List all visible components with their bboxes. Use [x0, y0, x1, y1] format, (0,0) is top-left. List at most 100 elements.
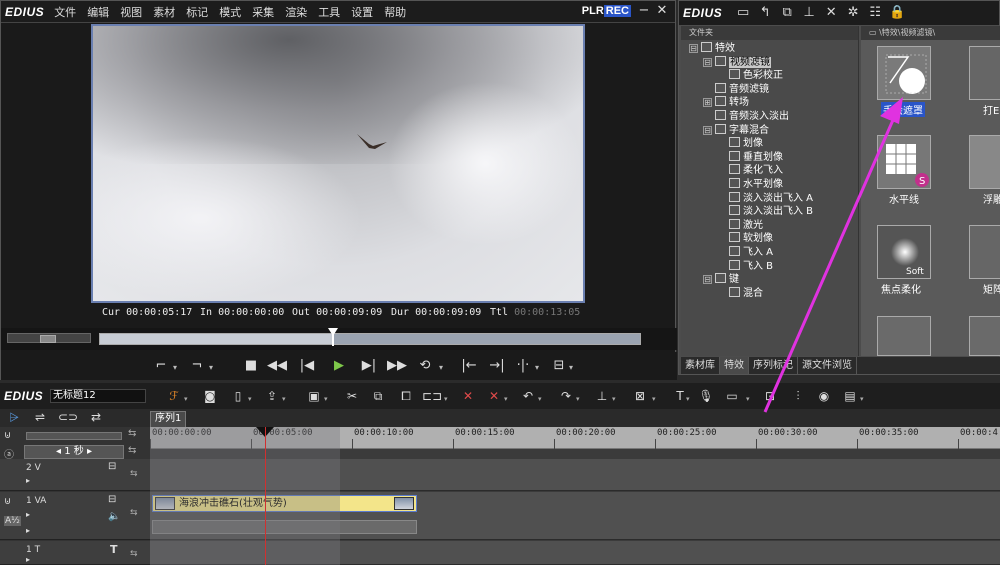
effect-thumb-hand-mask[interactable] — [877, 46, 931, 100]
cut-icon[interactable]: ✂ — [342, 387, 362, 405]
microphone-icon[interactable]: 🎙 — [696, 387, 716, 405]
minimize-icon[interactable]: − — [637, 3, 651, 19]
tab-bin[interactable]: 素材库 — [681, 357, 720, 374]
menu-capture[interactable]: 采集 — [252, 4, 274, 20]
effect-label-4[interactable]: 浮雕 — [983, 191, 1000, 206]
zoom-slider[interactable] — [26, 432, 122, 440]
close-icon[interactable]: ✕ — [655, 3, 669, 19]
menu-clip[interactable]: 素材 — [153, 4, 175, 20]
sequence-tab[interactable]: 序列1 — [150, 411, 187, 427]
mode-icon[interactable]: ℱ — [164, 387, 184, 405]
menu-help[interactable]: 帮助 — [384, 4, 406, 20]
tree-item[interactable]: 垂直划像 — [717, 150, 783, 164]
tree-item[interactable]: ⊟ 字幕混合 — [703, 123, 769, 137]
tree-expander-icon[interactable]: ⊟ — [703, 57, 712, 67]
menu-settings[interactable]: 设置 — [351, 4, 373, 20]
paste-icon[interactable]: ⧠ — [396, 387, 416, 405]
zoom-icon[interactable]: ⇆ — [128, 428, 136, 439]
tab-source-browser[interactable]: 源文件浏览 — [798, 357, 857, 374]
time-scale-select[interactable]: ◂ 1 秒 ▸ — [24, 445, 124, 459]
menu-edit[interactable]: 编辑 — [87, 4, 109, 20]
new-sequence-icon[interactable]: ▯ — [228, 387, 248, 405]
track-collapse-icon[interactable]: ⊍ — [4, 496, 11, 507]
menu-view[interactable]: 视图 — [120, 4, 142, 20]
speaker-icon[interactable]: 🔈 — [108, 511, 120, 522]
track-1t[interactable] — [150, 541, 1000, 565]
track-monitor-icon-1va[interactable]: ⊟ — [108, 494, 116, 505]
track-sync-icon-1va[interactable]: ⇆ — [130, 508, 138, 518]
add-cut-icon[interactable]: ⊥ — [592, 387, 612, 405]
copy-icon-tl[interactable]: ⧉ — [368, 387, 388, 405]
tree-item[interactable]: 激光 — [717, 218, 763, 232]
replace-icon[interactable]: ⊏⊐ — [422, 387, 442, 405]
properties-icon[interactable]: ✲ — [842, 3, 864, 23]
playhead[interactable] — [265, 427, 266, 565]
export-icon-tl[interactable]: ⊡ — [760, 387, 780, 405]
effect-thumb-2[interactable] — [969, 46, 1000, 100]
effect-label-6[interactable]: 矩阵 — [983, 281, 1000, 296]
effect-thumb-7[interactable] — [877, 316, 931, 356]
sync-icon[interactable]: ⇌ — [30, 409, 50, 425]
menu-render[interactable]: 渲染 — [285, 4, 307, 20]
shuttle-slider[interactable] — [7, 333, 91, 343]
plr-label[interactable]: PLR — [582, 5, 604, 17]
tree-item[interactable]: ⊟ 视频滤镜 — [703, 55, 771, 69]
menu-tools[interactable]: 工具 — [318, 4, 340, 20]
track-sync-icon[interactable]: ⇆ — [130, 469, 138, 479]
tree-item[interactable]: 色彩校正 — [717, 69, 783, 82]
copy-icon[interactable]: ⧉ — [776, 3, 798, 23]
tree-expander-icon[interactable]: ⊞ — [703, 98, 712, 108]
effect-thumb-horizontal-line[interactable]: S — [877, 135, 931, 189]
transition-icon[interactable]: ⊠ — [630, 387, 650, 405]
set-in-icon[interactable]: ⌐ — [149, 356, 173, 376]
tab-effects[interactable]: 特效 — [720, 357, 749, 374]
step-back-icon[interactable]: |◀ — [295, 356, 319, 376]
delete-icon[interactable]: ✕ — [820, 3, 842, 23]
effect-thumb-6[interactable] — [969, 225, 1000, 279]
tree-item[interactable]: 音频淡入淡出 — [703, 110, 789, 123]
open-icon[interactable]: ⇪ — [262, 387, 282, 405]
overwrite-icon[interactable]: →| — [485, 356, 509, 376]
tree-item[interactable]: 水平划像 — [717, 178, 783, 191]
layout-icon[interactable]: ▤ — [840, 387, 860, 405]
tree-item[interactable]: 淡入淡出飞入 B — [717, 205, 813, 218]
tree-item[interactable]: 混合 — [717, 286, 763, 300]
menu-file[interactable]: 文件 — [54, 4, 76, 20]
tree-item[interactable]: 飞入 B — [717, 259, 773, 273]
link-icon[interactable]: ⊂⊃ — [58, 409, 78, 425]
expand-arrow-icon-1t[interactable]: ▸ — [26, 555, 30, 564]
video-clip[interactable]: 海浪冲击礁石(壮观气势) — [152, 495, 417, 512]
redo-icon[interactable]: ↷ — [556, 387, 576, 405]
effect-label-focus-soft[interactable]: 焦点柔化 — [881, 281, 921, 296]
rec-label[interactable]: REC — [603, 5, 631, 17]
effect-label-2[interactable]: 打E — [983, 102, 999, 117]
render-icon[interactable]: ▭ — [722, 387, 742, 405]
tree-item[interactable]: 软划像 — [717, 232, 773, 245]
save-icon[interactable]: ▣ — [304, 387, 324, 405]
tree-item[interactable]: ⊟ 键 — [703, 273, 739, 286]
step-forward-icon[interactable]: ▶| — [357, 356, 381, 376]
effect-label-hand-mask[interactable]: 手绘遮罩 — [881, 102, 925, 117]
track-1va[interactable]: 海浪冲击礁石(壮观气势) — [150, 492, 1000, 540]
mixer-icon[interactable]: ⫶ — [788, 387, 808, 405]
play-icon[interactable]: ▶ — [327, 356, 351, 376]
audio-clip[interactable] — [152, 520, 417, 534]
effect-thumb-focus-soft[interactable]: Soft — [877, 225, 931, 279]
tree-item[interactable]: 淡入淡出飞入 A — [717, 191, 813, 205]
export-icon[interactable]: ⊟ — [547, 356, 571, 376]
expand-arrow-icon-audio[interactable]: ▸ — [26, 526, 30, 535]
tree-item[interactable]: 柔化飞入 — [717, 164, 783, 177]
insert-icon[interactable]: |← — [457, 356, 481, 376]
menu-marker[interactable]: 标记 — [186, 4, 208, 20]
tree-expander-icon[interactable]: ⊟ — [703, 125, 712, 135]
loop-icon[interactable]: ⟲ — [413, 356, 437, 376]
track-sync-icon-1t[interactable]: ⇆ — [130, 549, 138, 559]
rewind-icon[interactable]: ◀◀ — [265, 356, 289, 376]
track-monitor-icon[interactable]: ⊟ — [108, 461, 116, 472]
stop-icon[interactable]: ■ — [239, 356, 263, 376]
snap-icon[interactable]: ⩥ — [4, 409, 24, 425]
tree-item[interactable]: 飞入 A — [717, 246, 773, 259]
tree-item[interactable]: ⊟ 特效 — [689, 42, 735, 55]
tree-item[interactable]: 音频滤镜 — [703, 82, 769, 96]
effect-thumb-8[interactable] — [969, 316, 1000, 356]
